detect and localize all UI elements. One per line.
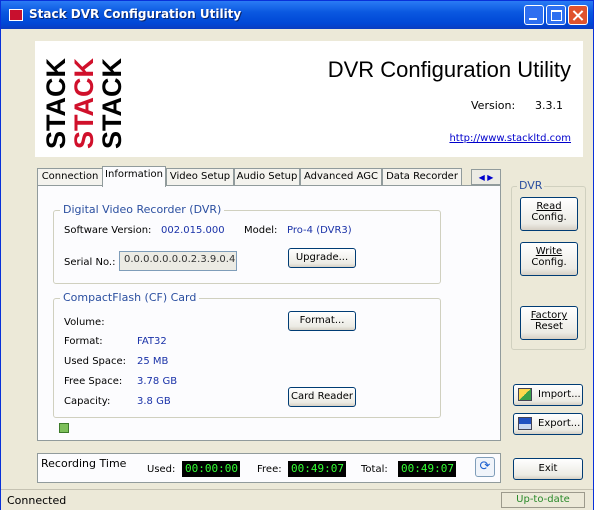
read-config-line1: Read <box>536 201 562 212</box>
model-label: Model: <box>244 225 278 236</box>
svg-text:STACK: STACK <box>97 58 127 149</box>
recording-time-title: Recording Time <box>41 457 127 470</box>
status-indicator-icon <box>59 423 69 433</box>
update-status: Up-to-date <box>501 492 585 508</box>
capacity-label: Capacity: <box>64 396 111 407</box>
upgrade-button[interactable]: Upgrade... <box>288 248 356 268</box>
maximize-button[interactable] <box>546 5 566 25</box>
factory-reset-button[interactable]: Factory Reset <box>520 306 578 340</box>
read-config-line2: Config. <box>531 212 567 223</box>
format-value: FAT32 <box>137 336 167 347</box>
tab-video-setup[interactable]: Video Setup <box>166 168 234 185</box>
card-reader-button[interactable]: Card Reader <box>288 387 356 407</box>
tab-audio-setup[interactable]: Audio Setup <box>234 168 300 185</box>
close-button[interactable] <box>568 5 588 25</box>
capacity-value: 3.8 GB <box>137 396 171 407</box>
dvr-group-title: Digital Video Recorder (DVR) <box>60 203 225 216</box>
software-version-label: Software Version: <box>64 225 152 236</box>
status-bar: Connected Up-to-date <box>1 489 593 510</box>
import-label: Import... <box>538 389 581 400</box>
write-config-button[interactable]: Write Config. <box>520 242 578 276</box>
tab-information[interactable]: Information <box>102 166 166 187</box>
write-config-line2: Config. <box>531 257 567 268</box>
cf-group-title: CompactFlash (CF) Card <box>60 291 200 304</box>
title-bar[interactable]: Stack DVR Configuration Utility <box>1 1 593 29</box>
export-label: Export... <box>538 418 581 429</box>
tab-data-recorder[interactable]: Data Recorder <box>382 168 462 185</box>
tab-connection[interactable]: Connection <box>37 168 103 185</box>
dvr-group-label: DVR <box>517 179 545 192</box>
tab-scroll-arrows[interactable]: ◀ ▶ <box>471 169 501 185</box>
rec-total-label: Total: <box>361 464 388 475</box>
app-header: STACK STACK STACK DVR Configuration Util… <box>35 41 583 157</box>
exit-button[interactable]: Exit <box>513 458 583 480</box>
version-label: Version: <box>471 99 516 112</box>
software-version-value: 002.015.000 <box>161 225 225 236</box>
app-window: Stack DVR Configuration Utility STACK ST… <box>0 0 594 510</box>
serial-number-field: 0.0.0.0.0.0.0.2.3.9.0.4 <box>119 251 237 271</box>
write-config-line1: Write <box>535 246 563 257</box>
model-value: Pro-4 (DVR3) <box>287 225 352 236</box>
rec-free-label: Free: <box>257 464 282 475</box>
window-title: Stack DVR Configuration Utility <box>29 7 242 21</box>
factory-reset-line2: Reset <box>535 321 563 332</box>
save-disk-icon <box>518 416 532 430</box>
used-space-value: 25 MB <box>137 356 169 367</box>
export-button[interactable]: Export... <box>513 413 583 435</box>
app-title: DVR Configuration Utility <box>327 57 571 82</box>
refresh-icon[interactable]: ⟳ <box>475 457 495 477</box>
read-config-button[interactable]: Read Config. <box>520 197 578 231</box>
rec-total-display: 00:49:07 <box>398 461 456 477</box>
svg-text:STACK: STACK <box>69 58 99 149</box>
tab-advanced-agc[interactable]: Advanced AGC <box>300 168 382 185</box>
version-value: 3.3.1 <box>535 99 563 112</box>
format-button[interactable]: Format... <box>288 311 356 331</box>
serial-label: Serial No.: <box>64 257 116 268</box>
website-link[interactable]: http://www.stackltd.com <box>449 133 571 144</box>
free-space-value: 3.78 GB <box>137 376 178 387</box>
volume-label: Volume: <box>64 317 105 328</box>
stack-logo: STACK STACK STACK <box>43 58 127 149</box>
factory-reset-line1: Factory <box>530 310 568 321</box>
rec-used-display: 00:00:00 <box>182 461 240 477</box>
rec-used-label: Used: <box>147 464 176 475</box>
connection-status: Connected <box>7 494 67 507</box>
import-button[interactable]: Import... <box>513 384 583 406</box>
format-label: Format: <box>64 336 103 347</box>
import-icon <box>518 387 532 401</box>
rec-free-display: 00:49:07 <box>288 461 346 477</box>
used-space-label: Used Space: <box>64 356 127 367</box>
minimize-button[interactable] <box>524 5 544 25</box>
dvr-info-group: Digital Video Recorder (DVR) <box>53 203 441 284</box>
app-icon <box>9 9 23 21</box>
svg-text:STACK: STACK <box>43 58 71 149</box>
free-space-label: Free Space: <box>64 376 123 387</box>
